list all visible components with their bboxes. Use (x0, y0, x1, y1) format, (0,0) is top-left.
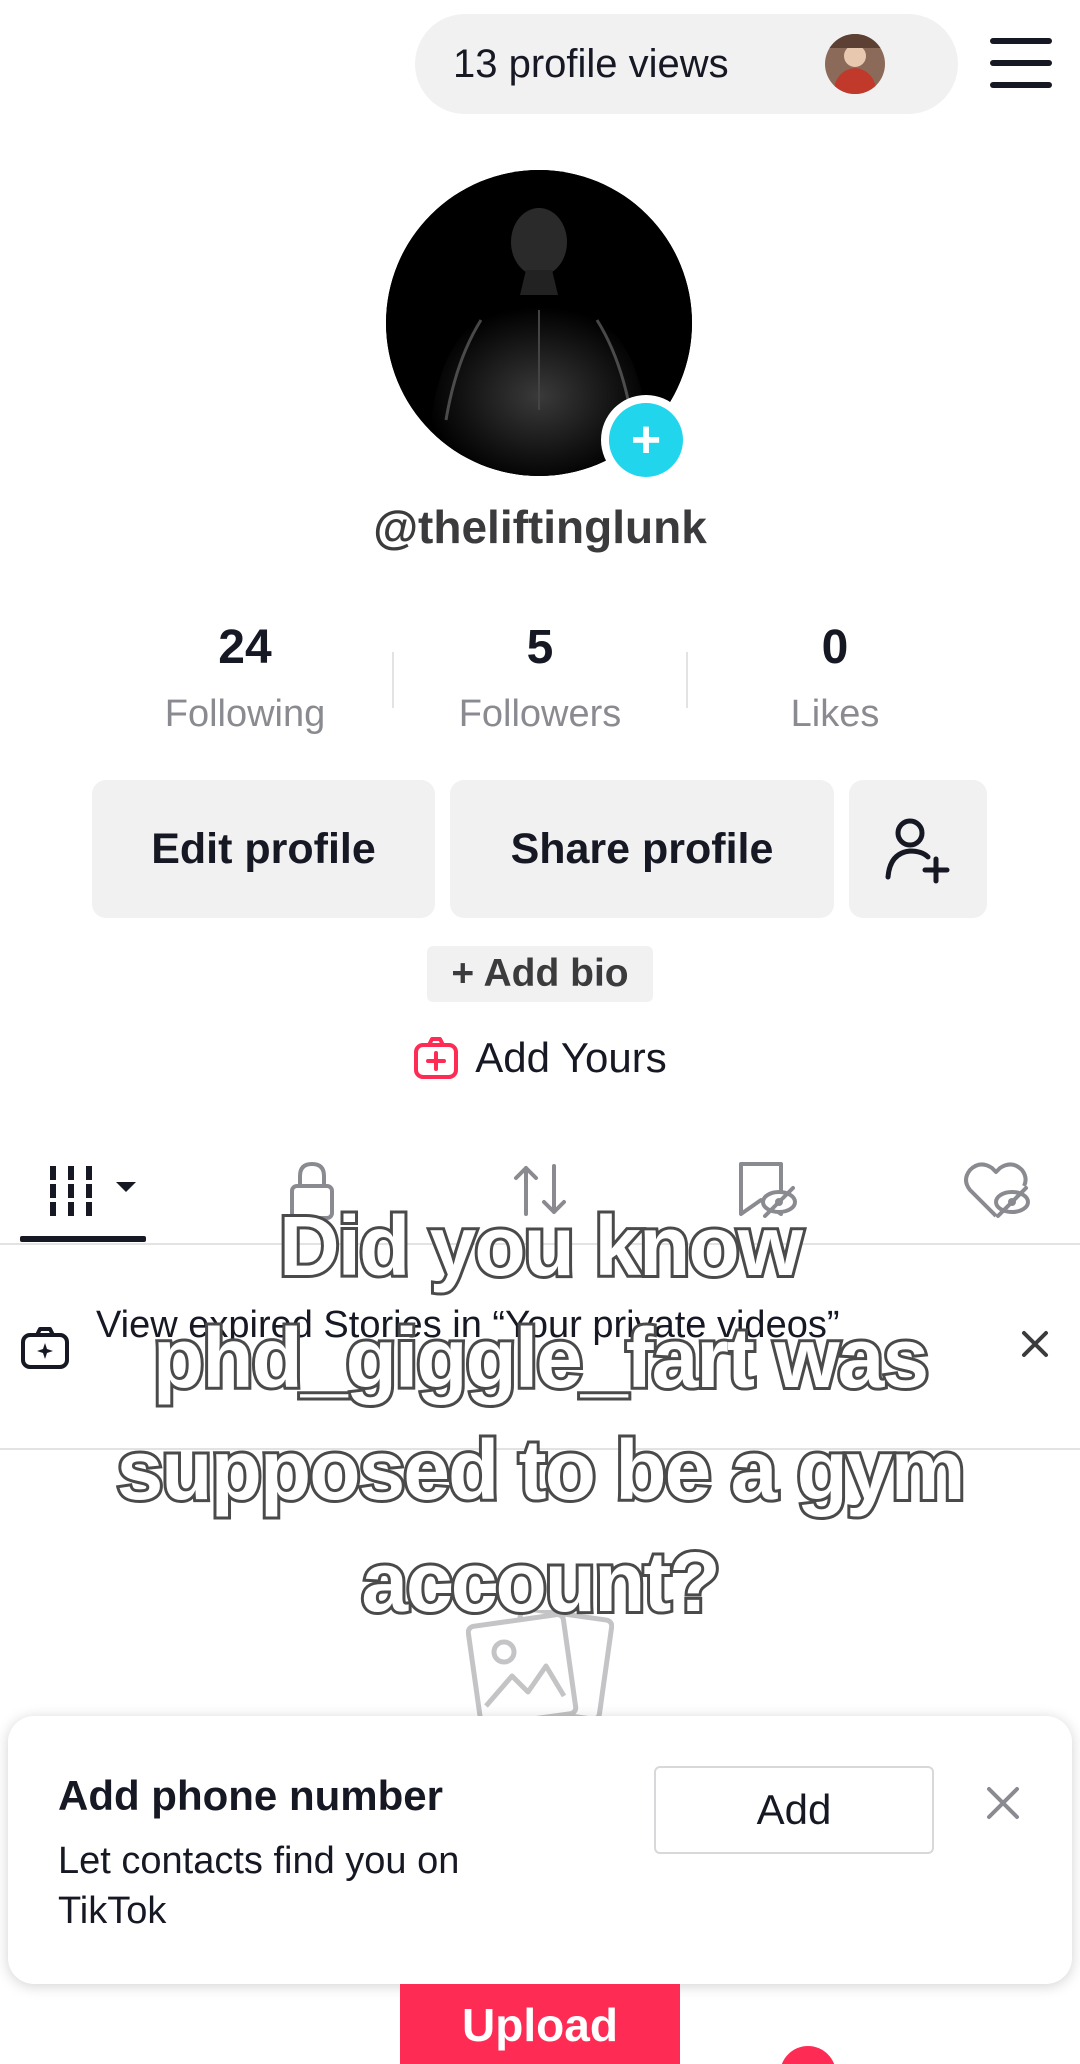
stories-camera-icon (21, 1327, 69, 1369)
close-icon[interactable] (984, 1784, 1022, 1822)
add-phone-title: Add phone number (58, 1772, 443, 1819)
stat-followers-label: Followers (458, 693, 622, 735)
add-phone-subtitle: Let contacts find you on TikTok (58, 1840, 460, 1932)
edit-profile-button[interactable]: Edit profile (92, 780, 435, 918)
viewer-avatar (825, 34, 885, 94)
plus-icon: + (609, 403, 683, 477)
add-yours-label: Add Yours (475, 1034, 667, 1081)
add-phone-button[interactable]: Add (654, 1766, 934, 1854)
empty-photos-icon (466, 1610, 614, 1720)
profile-views-label: 13 profile views (453, 41, 729, 86)
add-yours-icon (414, 1037, 459, 1079)
hidden-likes-icon (964, 1162, 1030, 1218)
add-friend-icon (885, 818, 950, 884)
expired-stories-banner[interactable]: View expired Stories in “Your private vi… (0, 1245, 1080, 1450)
username: @theliftinglunk (373, 501, 707, 553)
lock-icon (290, 1161, 334, 1220)
add-bio-button[interactable]: + Add bio (427, 946, 653, 1002)
add-friend-button[interactable] (849, 780, 987, 918)
profile-avatar-container: + (386, 170, 692, 485)
tab-liked[interactable] (958, 1150, 1038, 1230)
stat-following-label: Following (164, 693, 326, 735)
add-yours-button[interactable]: Add Yours (0, 1030, 1080, 1086)
profile-actions: Edit profile Share profile (0, 780, 1080, 920)
stat-following-count: 24 (218, 621, 272, 674)
notification-dot (780, 2046, 836, 2064)
hidden-favorites-icon (739, 1162, 797, 1218)
add-phone-card: Add phone number Let contacts find you o… (8, 1716, 1072, 1984)
tab-private[interactable] (272, 1150, 352, 1230)
stat-followers-count: 5 (526, 621, 554, 674)
stat-likes[interactable]: 0 Likes (685, 620, 985, 736)
upload-button[interactable]: Upload (400, 1984, 680, 2064)
videos-grid-icon (50, 1166, 136, 1216)
add-avatar-button[interactable]: + (601, 395, 691, 485)
profile-tabs (0, 1130, 1080, 1245)
top-bar: 13 profile views (0, 0, 1080, 120)
expired-stories-text: View expired Stories in “Your private vi… (96, 1304, 840, 1346)
close-icon[interactable] (1018, 1327, 1052, 1361)
stat-followers[interactable]: 5 Followers (390, 620, 690, 736)
tab-videos[interactable] (42, 1150, 142, 1230)
repost-icon (514, 1164, 566, 1216)
selected-tab-indicator (20, 1236, 146, 1242)
profile-stats: 24 Following 5 Followers 0 Likes (0, 620, 1080, 750)
stat-likes-count: 0 (821, 621, 849, 674)
profile-views-pill[interactable]: 13 profile views (415, 14, 958, 114)
hamburger-menu-icon[interactable] (990, 38, 1054, 90)
stat-following[interactable]: 24 Following (95, 620, 395, 736)
share-profile-button[interactable]: Share profile (450, 780, 834, 918)
stat-likes-label: Likes (790, 693, 880, 735)
tab-favorites[interactable] (726, 1150, 806, 1230)
tab-reposts[interactable] (500, 1150, 580, 1230)
